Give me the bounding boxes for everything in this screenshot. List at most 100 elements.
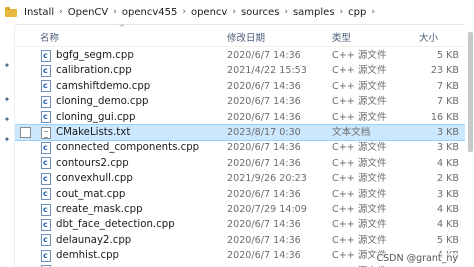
breadcrumb-separator: › xyxy=(232,7,236,17)
file-modified-date: 2021/4/22 15:53 xyxy=(227,65,307,77)
vertical-scrollbar[interactable] xyxy=(465,24,474,267)
file-type: C++ 源文件 xyxy=(332,188,387,200)
file-type: C++ 源文件 xyxy=(332,111,387,123)
folder-icon xyxy=(5,6,17,18)
breadcrumb-item[interactable]: sources xyxy=(238,7,282,18)
file-modified-date: 2020/6/7 14:36 xyxy=(227,80,301,92)
column-header-name[interactable]: 名称 xyxy=(40,30,59,44)
file-modified-date: 2020/6/7 14:36 xyxy=(227,50,301,61)
pin-icon[interactable]: ✦ xyxy=(3,62,11,70)
file-size: 23 KB xyxy=(430,65,459,77)
file-size: 7 KB xyxy=(436,80,459,92)
cpp-file-icon xyxy=(41,217,51,232)
file-modified-date: 2020/6/7 14:36 xyxy=(227,96,301,108)
breadcrumb-item[interactable]: Install xyxy=(21,7,57,18)
cpp-file-icon xyxy=(41,248,51,263)
file-modified-date: 2020/6/7 14:36 xyxy=(227,234,301,246)
file-type: C++ 源文件 xyxy=(332,204,387,215)
file-modified-date: 2023/8/17 0:30 xyxy=(227,127,301,138)
breadcrumb-item[interactable]: OpenCV xyxy=(65,7,112,18)
file-size: 2 KB xyxy=(436,173,459,185)
file-name: create_mask.cpp xyxy=(56,204,143,215)
file-row[interactable]: convexhull.cpp 2021/9/26 20:23 C++ 源文件 2 KB xyxy=(15,171,474,186)
cpp-file-icon xyxy=(41,202,51,217)
cpp-file-icon xyxy=(41,171,51,186)
breadcrumb-separator: › xyxy=(339,7,344,17)
cpp-file-icon xyxy=(41,186,51,201)
file-name: dbt_face_detection.cpp xyxy=(56,219,175,231)
cpp-file-icon xyxy=(41,78,51,94)
file-modified-date: 2020/6/7 14:36 xyxy=(227,157,301,169)
breadcrumb-separator: › xyxy=(284,7,288,17)
file-name: connected_components.cpp xyxy=(56,142,200,154)
address-bar[interactable]: Install › OpenCV › opencv455 › opencv › … xyxy=(0,0,474,25)
cpp-file-icon xyxy=(41,109,51,124)
cpp-file-icon xyxy=(41,232,51,248)
file-name: cout_mat.cpp xyxy=(56,188,126,200)
file-size: 3 KB xyxy=(436,188,459,200)
file-modified-date: 2020/6/7 14:36 xyxy=(227,188,301,200)
cpp-file-icon xyxy=(41,63,51,78)
file-name: cloning_gui.cpp xyxy=(56,111,136,123)
breadcrumb-item[interactable]: samples xyxy=(290,7,338,18)
file-row[interactable]: bgfg_segm.cpp 2020/6/7 14:36 C++ 源文件 5 KB xyxy=(15,48,474,63)
file-size: 5 KB xyxy=(436,234,459,246)
file-size: 7 KB xyxy=(436,96,459,108)
column-header-size[interactable]: 大小 xyxy=(419,30,438,44)
file-modified-date: 2020/7/29 14:09 xyxy=(227,204,307,215)
file-modified-date: 2020/6/7 14:36 xyxy=(227,219,301,231)
row-checkbox[interactable] xyxy=(20,127,31,138)
file-row[interactable]: connected_components.cpp 2020/6/7 14:36 C+… xyxy=(15,140,474,155)
breadcrumb-separator: › xyxy=(59,7,63,17)
file-row[interactable]: cloning_demo.cpp 2020/6/7 14:36 C++ 源文件 7 K… xyxy=(15,94,474,109)
file-size: 4 KB xyxy=(436,157,459,169)
file-row[interactable]: cout_mat.cpp 2020/6/7 14:36 C++ 源文件 3 KB xyxy=(15,186,474,202)
file-row[interactable]: calibration.cpp 2021/4/22 15:53 C++ 源文件 23 … xyxy=(15,63,474,78)
scroll-thumb[interactable] xyxy=(468,32,473,152)
file-type: C++ 源文件 xyxy=(332,234,387,246)
file-name: calibration.cpp xyxy=(56,65,132,77)
file-type: C++ 源文件 xyxy=(332,157,387,169)
file-name: demhist.cpp xyxy=(56,250,120,262)
file-row[interactable]: contours2.cpp 2020/6/7 14:36 C++ 源文件 4 KB xyxy=(15,155,474,171)
file-name: delaunay2.cpp xyxy=(56,234,132,246)
pin-icon[interactable]: ✦ xyxy=(3,116,11,124)
file-type: 文本文档 xyxy=(332,127,371,138)
column-header-date[interactable]: 修改日期 xyxy=(227,30,265,44)
file-size: 16 KB xyxy=(430,111,459,123)
file-size: 4 KB xyxy=(436,204,459,215)
file-modified-date: 2020/6/7 14:36 xyxy=(227,142,301,154)
file-name: camshiftdemo.cpp xyxy=(56,80,151,92)
file-row[interactable]: delaunay2.cpp 2020/6/7 14:36 C++ 源文件 5 KB xyxy=(15,232,474,248)
column-header-type[interactable]: 类型 xyxy=(332,30,351,44)
breadcrumb-separator: › xyxy=(113,7,117,17)
file-type: C++ 源文件 xyxy=(332,219,387,231)
file-size: 5 KB xyxy=(436,50,459,61)
breadcrumb-separator: › xyxy=(182,7,186,17)
pin-icon[interactable]: ✦ xyxy=(3,96,11,104)
file-row[interactable]: create_mask.cpp 2020/7/29 14:09 C++ 源文件 4 K… xyxy=(15,202,474,217)
file-type: C++ 源文件 xyxy=(332,96,387,108)
file-type: C++ 源文件 xyxy=(332,65,387,77)
file-type: C++ 源文件 xyxy=(332,142,387,154)
file-name: bgfg_segm.cpp xyxy=(56,50,134,61)
file-modified-date: 2021/12/23 14:09 xyxy=(227,264,313,267)
file-row[interactable]: dbt_face_detection.cpp 2020/6/7 14:36 C++ … xyxy=(15,217,474,232)
breadcrumb-item[interactable]: opencv455 xyxy=(119,7,180,18)
file-row[interactable]: cloning_gui.cpp 2020/6/7 14:36 C++ 源文件 16 K… xyxy=(15,109,474,125)
file-size: 3 KB xyxy=(436,142,459,154)
breadcrumb-item[interactable]: opencv xyxy=(188,7,230,18)
file-row[interactable]: 2021/12/23 14:09 C++ 源文件 xyxy=(15,263,474,267)
file-row[interactable]: camshiftdemo.cpp 2020/6/7 14:36 C++ 源文件 7 K… xyxy=(15,78,474,94)
cpp-file-icon xyxy=(41,140,51,155)
credit-label: CSDN @grant_ny xyxy=(374,253,460,264)
cpp-file-icon xyxy=(41,94,51,109)
file-row[interactable]: CMakeLists.txt 2023/8/17 0:30 文本文档 3 KB xyxy=(15,123,474,142)
breadcrumb-item[interactable]: cpp xyxy=(345,7,369,18)
cpp-file-icon xyxy=(41,48,51,63)
file-name: cloning_demo.cpp xyxy=(56,96,149,108)
cpp-file-icon xyxy=(41,155,51,171)
file-size: 4 KB xyxy=(436,219,459,231)
pin-icon[interactable]: ✦ xyxy=(3,136,11,144)
file-modified-date: 2021/9/26 20:23 xyxy=(227,173,307,185)
